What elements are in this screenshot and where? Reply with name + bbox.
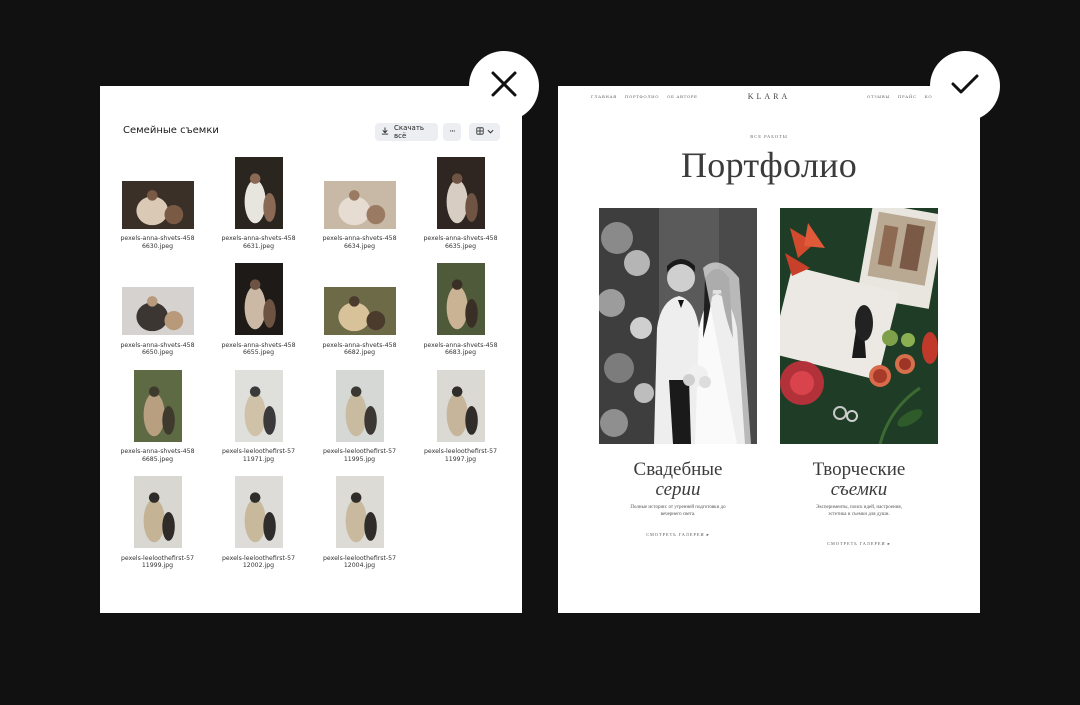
file-name: pexels-leeloothefirst-57 11971.jpg: [221, 448, 296, 463]
file-thumbnail: [234, 263, 283, 335]
file-tile[interactable]: pexels-leeloothefirst-57 12004.jpg: [309, 475, 410, 582]
reject-badge: [469, 51, 539, 121]
wedding-description: Полные истории: от утренней подготовки д…: [630, 505, 726, 517]
nav-right-item[interactable]: ОТЗЫВЫ: [867, 94, 890, 99]
wedding-card-title[interactable]: Свадебные серии: [599, 459, 757, 500]
file-tile[interactable]: pexels-anna-shvets-458 6630.jpeg: [107, 155, 208, 262]
file-name: pexels-anna-shvets-458 6630.jpeg: [120, 235, 195, 250]
grid-icon: [475, 127, 484, 137]
file-tile[interactable]: pexels-leeloothefirst-57 11997.jpg: [410, 368, 511, 475]
file-tile[interactable]: pexels-leeloothefirst-57 12002.jpg: [208, 475, 309, 582]
file-name: pexels-anna-shvets-458 6682.jpeg: [322, 341, 397, 357]
file-tile[interactable]: pexels-leeloothefirst-57 11971.jpg: [208, 368, 309, 475]
file-thumbnail: [323, 180, 396, 229]
creative-photo[interactable]: [780, 208, 938, 444]
chevron-down-icon: [487, 128, 494, 136]
close-icon: [490, 70, 518, 102]
file-tile[interactable]: pexels-anna-shvets-458 6650.jpeg: [107, 262, 208, 369]
file-thumbnail: [436, 369, 485, 442]
creative-gallery-link[interactable]: СМОТРЕТЬ ГАЛЕРЕИ ▸: [780, 541, 938, 547]
wedding-gallery-link[interactable]: СМОТРЕТЬ ГАЛЕРЕИ ▸: [599, 532, 757, 538]
file-thumbnail: [121, 287, 194, 335]
file-tile[interactable]: pexels-anna-shvets-458 6683.jpeg: [410, 262, 511, 369]
file-thumbnail: [436, 263, 485, 335]
view-mode-button[interactable]: [469, 123, 500, 141]
file-name: pexels-anna-shvets-458 6650.jpeg: [120, 341, 195, 357]
file-thumbnail: [121, 180, 194, 229]
approve-badge: [930, 51, 1000, 121]
file-name: pexels-leeloothefirst-57 11995.jpg: [322, 448, 397, 463]
file-tile[interactable]: pexels-anna-shvets-458 6634.jpeg: [309, 155, 410, 262]
file-thumbnail: [436, 156, 485, 229]
wedding-photo[interactable]: [599, 208, 757, 444]
file-name: pexels-leeloothefirst-57 11997.jpg: [423, 448, 498, 463]
file-tile[interactable]: pexels-anna-shvets-458 6682.jpeg: [309, 262, 410, 369]
file-thumbnail: [234, 369, 283, 442]
nav-right: ОТЗЫВЫПРАЙСКОНТ: [867, 94, 940, 99]
creative-title-line1: Творческие: [812, 459, 906, 480]
file-name: pexels-anna-shvets-458 6634.jpeg: [322, 235, 397, 250]
file-tile[interactable]: pexels-anna-shvets-458 6631.jpeg: [208, 155, 309, 262]
file-thumbnail: [335, 369, 384, 442]
file-name: pexels-anna-shvets-458 6685.jpeg: [120, 448, 195, 463]
page-title: Портфолио: [680, 145, 858, 185]
portfolio-page-panel: ГЛАВНАЯ ПОРТФОЛИО ОБ АВТОРЕ KLARA ОТЗЫВЫ ПР…: [558, 86, 980, 613]
creative-card-title[interactable]: Творческие съемки: [780, 459, 938, 500]
download-all-button[interactable]: Скачать всё: [375, 123, 438, 141]
nav-right-item[interactable]: ПРАЙС: [898, 94, 917, 99]
creative-title-line2: съемки: [830, 479, 888, 500]
wedding-title-line1: Свадебные: [633, 459, 723, 480]
file-browser-panel: Семейные съемки Скачать всё ··· pexels-a…: [100, 86, 522, 613]
file-name: pexels-leeloothefirst-57 11999.jpg: [120, 554, 195, 570]
more-options-button[interactable]: ···: [443, 123, 461, 141]
file-name: pexels-anna-shvets-458 6635.jpeg: [423, 235, 498, 250]
file-thumbnail: [133, 476, 182, 548]
file-thumbnail: [323, 287, 396, 335]
file-tile[interactable]: pexels-anna-shvets-458 6655.jpeg: [208, 262, 309, 369]
check-icon: [951, 73, 979, 99]
file-name: pexels-anna-shvets-458 6655.jpeg: [221, 341, 296, 357]
creative-description: Эксперименты, поиск идей, настроения, эс…: [816, 505, 902, 517]
section-eyebrow: ВСЕ РАБОТЫ: [750, 134, 788, 139]
wedding-title-line2: серии: [655, 479, 701, 500]
file-name: pexels-leeloothefirst-57 12004.jpg: [322, 554, 397, 570]
file-thumbnail: [335, 476, 384, 548]
file-tile[interactable]: pexels-anna-shvets-458 6635.jpeg: [410, 155, 511, 262]
file-name: pexels-anna-shvets-458 6683.jpeg: [423, 341, 498, 357]
file-tile[interactable]: pexels-anna-shvets-458 6685.jpeg: [107, 368, 208, 475]
download-all-label: Скачать всё: [394, 124, 425, 140]
file-grid: pexels-anna-shvets-458 6630.jpeg pexels-an…: [107, 155, 511, 581]
file-name: pexels-anna-shvets-458 6631.jpeg: [221, 235, 296, 250]
file-tile[interactable]: pexels-leeloothefirst-57 11995.jpg: [309, 368, 410, 475]
file-name: pexels-leeloothefirst-57 12002.jpg: [221, 554, 296, 570]
download-icon: [381, 127, 389, 137]
file-thumbnail: [234, 156, 283, 229]
more-dots-icon: ···: [449, 127, 456, 137]
file-thumbnail: [133, 369, 182, 442]
folder-title: Семейные съемки: [123, 125, 219, 136]
file-thumbnail: [234, 476, 283, 548]
file-tile[interactable]: pexels-leeloothefirst-57 11999.jpg: [107, 475, 208, 582]
